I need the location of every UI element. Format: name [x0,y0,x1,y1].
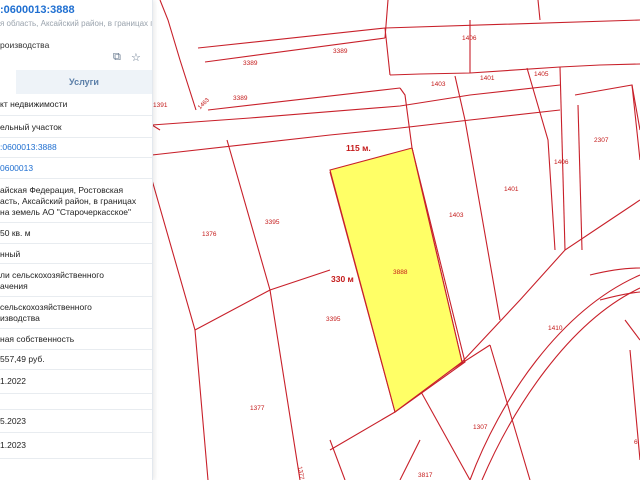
divider [0,369,152,370]
divider [0,296,152,297]
divider [0,349,152,350]
field-object-type: кт недвижимости [0,99,68,109]
parcel-label: 1401 [480,75,495,82]
parcel-label: 6 [634,439,638,446]
parcel-label: 3389 [243,60,258,67]
star-icon[interactable]: ☆ [131,51,141,64]
panel-tabs: Услуги [0,70,152,94]
share-icon[interactable]: ⧉ [113,51,121,64]
field-date-2: 5.2023 [0,416,26,426]
field-date-3: 1.2023 [0,440,26,450]
divider [0,393,152,394]
parcel-label: 1403 [449,212,464,219]
parcel-label: 1307 [473,424,488,431]
parcel-label: 1405 [534,71,549,78]
purpose-line: роизводства [0,40,50,50]
divider [0,409,152,410]
divider [0,432,152,433]
divider [0,137,152,138]
dimension-width-label: 115 м. [346,143,371,153]
divider [0,243,152,244]
field-address-1: айская Федерация, Ростовская [0,185,124,195]
field-address-2: асть, Аксайский район, в границах [0,196,137,206]
field-category-1: ли сельскохозяйственного [0,270,104,280]
parcel-label: 1403 [431,81,446,88]
parcel-label: 2307 [594,137,609,144]
field-cadastral-number[interactable]: :0600013:3888 [0,142,57,153]
parcel-label: 3817 [418,472,433,479]
parcel-label: 1391 [153,102,168,109]
divider [0,328,152,329]
parcel-label: 3395 [326,316,341,323]
field-cadastral-quarter[interactable]: 0600013 [0,163,33,174]
divider [0,115,152,116]
panel-actions: ⧉ ☆ [113,51,152,65]
divider [0,178,152,179]
divider [0,263,152,264]
parcel-label: 1410 [548,325,563,332]
divider [0,222,152,223]
address-line: я область, Аксайский район, в границах п… [0,19,152,28]
parcel-label: 1406 [462,35,477,42]
parcel-label: 1377 [250,405,265,412]
divider [0,157,152,158]
tab-services[interactable]: Услуги [16,70,152,94]
object-info-panel: :0600013:3888 я область, Аксайский район… [0,0,153,480]
parcel-label: 1401 [504,186,519,193]
parcel-label: 1406 [554,159,569,166]
divider [0,458,152,459]
field-permitted-use-2: изводства [0,313,40,323]
tab-info[interactable] [0,70,16,94]
field-date-1: 1.2022 [0,376,26,386]
selected-parcel-label: 3888 [393,269,408,276]
parcel-label: 1376 [202,231,217,238]
field-address-3: на земель АО "Старочеркасское" [0,207,132,217]
field-cadastral-value: 557,49 руб. [0,354,45,364]
parcel-label: 3389 [233,95,248,102]
field-ownership: ная собственность [0,334,75,344]
field-category-2: ачения [0,281,28,291]
parcel-label: 3395 [265,219,280,226]
field-permitted-use-1: сельскохозяйственного [0,302,92,312]
dimension-length-label: 330 м [331,274,354,284]
field-status: нный [0,249,21,259]
field-area: 50 кв. м [0,228,31,238]
cadastral-number-title: :0600013:3888 [0,4,75,16]
parcel-label: 3389 [333,48,348,55]
field-kind: ельный участок [0,122,62,132]
